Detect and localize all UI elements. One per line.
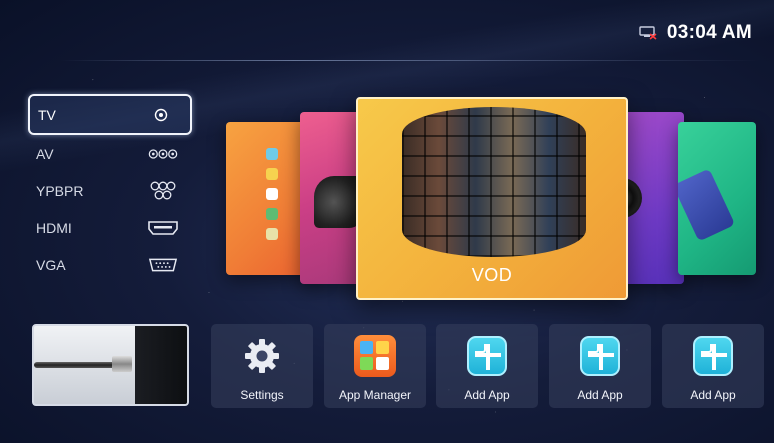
app-manager-tile[interactable]: App Manager: [324, 324, 426, 408]
add-app-tile-3[interactable]: Add App: [662, 324, 764, 408]
coax-plug-graphic: [112, 356, 132, 372]
input-source-list: TV AV YPBPR HDMI VGA: [28, 94, 192, 283]
network-disconnected-icon: [639, 26, 657, 40]
source-label: TV: [38, 106, 56, 123]
app-manager-icon: [353, 334, 397, 378]
settings-tile[interactable]: Settings: [211, 324, 313, 408]
hdmi-port-icon: [148, 218, 178, 238]
source-label: VGA: [36, 256, 66, 273]
tile-label: Add App: [690, 388, 736, 402]
vga-port-icon: [148, 255, 178, 275]
home-screen: 03:04 AM TV AV YPBPR HDMI VGA VOD Settin…: [0, 0, 774, 443]
add-app-icon: [691, 334, 735, 378]
add-app-tile-1[interactable]: Add App: [436, 324, 538, 408]
gear-icon: [240, 334, 284, 378]
carousel-card-local-media[interactable]: [678, 122, 756, 275]
source-item-vga[interactable]: VGA: [28, 246, 192, 283]
header-divider: [60, 60, 760, 61]
source-label: HDMI: [36, 219, 72, 236]
clock: 03:04 AM: [666, 22, 752, 43]
add-app-icon: [465, 334, 509, 378]
source-label: AV: [36, 145, 54, 162]
carousel-card-music[interactable]: [620, 112, 684, 284]
source-item-av[interactable]: AV: [28, 135, 192, 172]
source-item-tv[interactable]: TV: [28, 94, 192, 135]
tile-label: Add App: [464, 388, 510, 402]
usb-cable-graphic: [678, 168, 736, 242]
status-bar: 03:04 AM: [639, 22, 752, 44]
carousel-card-vod[interactable]: VOD: [356, 97, 628, 300]
source-item-ypbpr[interactable]: YPBPR: [28, 172, 192, 209]
source-item-hdmi[interactable]: HDMI: [28, 209, 192, 246]
app-icons-graphic: [266, 148, 296, 248]
movie-wall-graphic: [402, 107, 586, 257]
component-port-icon: [148, 181, 178, 201]
antenna-port-icon: [146, 105, 176, 125]
tile-label: Settings: [240, 388, 284, 402]
av-port-icon: [148, 144, 178, 164]
source-preview-window[interactable]: [32, 324, 189, 406]
carousel-card-label: VOD: [471, 265, 513, 285]
source-label: YPBPR: [36, 182, 84, 199]
add-app-icon: [578, 334, 622, 378]
add-app-tile-2[interactable]: Add App: [549, 324, 651, 408]
tile-label: App Manager: [338, 388, 412, 402]
tv-panel-graphic: [135, 326, 187, 404]
tile-label: Add App: [577, 388, 623, 402]
